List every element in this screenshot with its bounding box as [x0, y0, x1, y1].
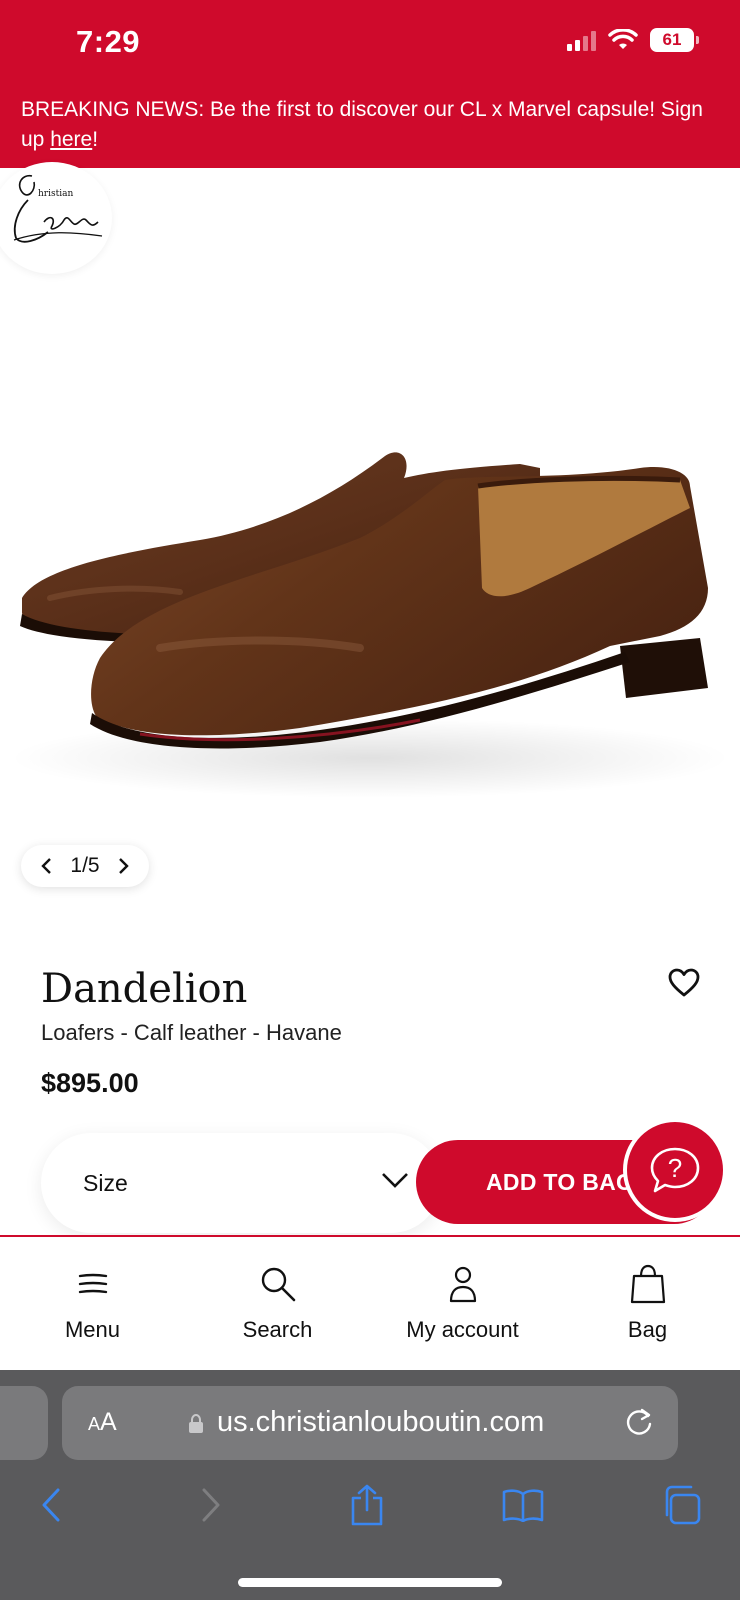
chat-help-icon: ?	[650, 1147, 700, 1193]
chevron-right-icon	[119, 858, 129, 874]
user-icon	[448, 1263, 478, 1305]
menu-icon	[77, 1263, 109, 1305]
reload-icon[interactable]	[624, 1406, 654, 1438]
address-bar[interactable]: AA us.christianlouboutin.com	[62, 1386, 678, 1460]
breaking-news-banner: BREAKING NEWS: Be the first to discover …	[21, 95, 721, 155]
tabs-icon	[665, 1485, 701, 1525]
product-price: $895.00	[41, 1068, 139, 1098]
browser-chrome: AA us.christianlouboutin.com	[0, 1370, 740, 1600]
search-icon	[259, 1263, 297, 1305]
gallery-counter: 1/5	[70, 854, 100, 877]
book-icon	[502, 1489, 544, 1522]
size-label: Size	[83, 1169, 128, 1196]
cellular-signal-icon	[567, 29, 596, 51]
tabs-button[interactable]	[656, 1480, 706, 1530]
share-icon	[351, 1484, 383, 1526]
chevron-down-icon	[382, 1173, 408, 1188]
size-selector[interactable]: Size	[41, 1133, 441, 1233]
gallery-pager: 1/5	[21, 845, 149, 887]
wishlist-button[interactable]	[668, 968, 700, 998]
louboutin-signature-logo: hristian	[13, 174, 103, 243]
browser-toolbar	[0, 1480, 740, 1540]
home-indicator	[238, 1578, 502, 1587]
product-name: Dandelion	[41, 966, 248, 1012]
nav-search-label: Search	[242, 1317, 313, 1342]
battery-icon: 61	[650, 28, 699, 52]
forward-button[interactable]	[186, 1480, 236, 1530]
lock-icon	[189, 1414, 203, 1433]
url-text: us.christianlouboutin.com	[217, 1406, 545, 1438]
chevron-left-icon	[41, 858, 51, 874]
loafers-illustration	[10, 452, 730, 798]
product-image[interactable]	[0, 168, 740, 948]
top-banner-area: 7:29 61 BREAKING NEWS: Be the first to d…	[0, 0, 740, 168]
bottom-navigation: Menu Search My account Bag	[0, 1237, 740, 1370]
bag-icon	[630, 1263, 666, 1305]
wifi-icon	[608, 29, 638, 49]
previous-tab-preview[interactable]	[0, 1386, 48, 1460]
nav-account[interactable]: My account	[370, 1237, 555, 1370]
back-button[interactable]	[26, 1480, 76, 1530]
banner-text: BREAKING NEWS: Be the first to discover …	[21, 98, 703, 151]
share-button[interactable]	[342, 1480, 392, 1530]
banner-signup-link[interactable]: here	[50, 128, 92, 151]
nav-search[interactable]: Search	[185, 1237, 370, 1370]
nav-bag[interactable]: Bag	[555, 1237, 740, 1370]
help-chat-button[interactable]: ?	[623, 1118, 727, 1222]
nav-menu[interactable]: Menu	[0, 1237, 185, 1370]
reader-options-button[interactable]: AA	[88, 1408, 117, 1437]
svg-text:?: ?	[668, 1153, 682, 1183]
bookmarks-button[interactable]	[498, 1480, 548, 1530]
previous-image-button[interactable]	[35, 855, 57, 877]
product-subtitle: Loafers - Calf leather - Havane	[41, 1020, 342, 1045]
back-chevron-icon	[42, 1488, 60, 1522]
heart-icon	[668, 968, 700, 997]
nav-menu-label: Menu	[64, 1317, 121, 1342]
next-image-button[interactable]	[113, 855, 135, 877]
nav-account-label: My account	[406, 1317, 519, 1342]
banner-suffix: !	[92, 128, 99, 151]
status-time: 7:29	[76, 24, 141, 59]
status-icons: 61	[567, 28, 699, 52]
nav-bag-label: Bag	[627, 1317, 668, 1342]
forward-chevron-icon	[202, 1488, 220, 1522]
svg-text:hristian: hristian	[38, 189, 73, 199]
